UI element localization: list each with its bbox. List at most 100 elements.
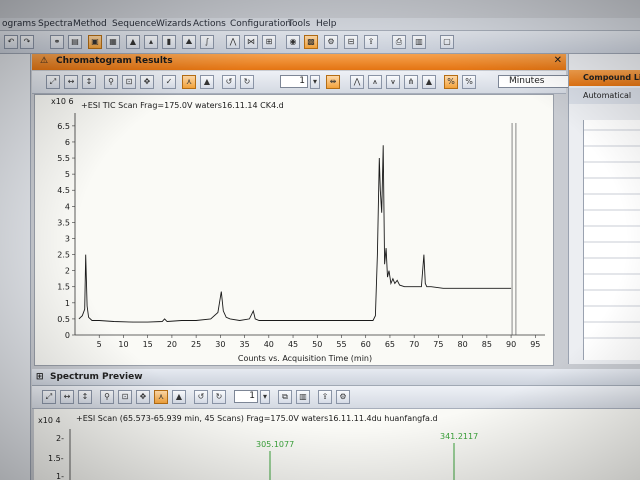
peak-find-icon[interactable]: ▴ — [144, 35, 158, 49]
export-icon[interactable]: ⇪ — [364, 35, 378, 49]
rotate-left-icon[interactable]: ↺ — [222, 75, 236, 89]
integrate-peak-icon[interactable]: ▲ — [200, 75, 214, 89]
peak-icon[interactable]: ▲ — [126, 35, 140, 49]
menu-item-help[interactable]: Help — [316, 19, 337, 29]
chromatogram-plot: 0 0.5 1 1.5 2 2.5 3 3.5 4 4.5 5 5.5 6 6.5 5 10 15 20 25 30 3… — [51, 97, 545, 363]
spectrum-rotate-right-icon[interactable]: ↻ — [212, 390, 226, 404]
spectrum-copy-icon[interactable]: ⧉ — [278, 390, 292, 404]
redo-icon[interactable]: ↷ — [20, 35, 34, 49]
report-icon[interactable]: ◉ — [286, 35, 300, 49]
y-tick-label: 0 — [65, 331, 70, 340]
document-icon[interactable]: ▦ — [106, 35, 120, 49]
window-icon[interactable]: ▢ — [440, 35, 454, 49]
menu-item-sequence[interactable]: Sequence — [112, 19, 156, 29]
spectrum-settings-icon[interactable]: ⚙ — [336, 390, 350, 404]
overlay-icon[interactable]: ⇹ — [326, 75, 340, 89]
spectrum-scale-y-icon[interactable]: ↕ — [78, 390, 92, 404]
menu-item-tools[interactable]: Tools — [288, 19, 310, 29]
spectrum-scale-x-icon[interactable]: ↔ — [60, 390, 74, 404]
peak-width-icon[interactable]: ⋔ — [404, 75, 418, 89]
menu-item-spectra[interactable]: Spectra — [38, 19, 73, 29]
x-tick-label: 5 — [97, 340, 102, 349]
spectrum-zoom-icon[interactable]: ⚲ — [100, 390, 114, 404]
calibrate-icon[interactable]: ⊞ — [262, 35, 276, 49]
table-icon[interactable]: ▥ — [412, 35, 426, 49]
undo-icon[interactable]: ↶ — [4, 35, 18, 49]
print-icon[interactable]: ⎙ — [392, 35, 406, 49]
y-tick-label: 4.5 — [57, 186, 70, 195]
spectrum-plot: x10 4 +ESI Scan (65.573-65.939 min, 45 S… — [38, 414, 478, 480]
spectrum-peak-label: 305.1077 — [256, 440, 294, 449]
arrows-icon[interactable]: ✥ — [140, 75, 154, 89]
spectrum-page-input[interactable]: 1 — [234, 390, 258, 403]
x-tick-label: 40 — [264, 340, 274, 349]
spectrum-table-icon[interactable]: ▥ — [296, 390, 310, 404]
time-units-value: Minutes — [509, 76, 545, 86]
warning-icon: ⚠ — [40, 56, 49, 66]
spectrum-trace-label: +ESI Scan (65.573-65.939 min, 45 Scans) … — [76, 414, 438, 423]
highlight-tool-icon[interactable]: ▩ — [304, 35, 318, 49]
peak-filled-icon[interactable]: ▲ — [422, 75, 436, 89]
x-tick-label: 30 — [215, 340, 225, 349]
bars-icon[interactable]: ▮ — [162, 35, 176, 49]
autoscale-icon[interactable]: ⤢ — [46, 75, 60, 89]
pick-icon[interactable]: ✓ — [162, 75, 176, 89]
menu-item-method[interactable]: Method — [73, 19, 107, 29]
zoom-icon[interactable]: ⚲ — [104, 75, 118, 89]
spectrum-zoom-region-icon[interactable]: ⊡ — [118, 390, 132, 404]
tree-icon[interactable]: ⊟ — [344, 35, 358, 49]
x-tick-label: 70 — [409, 340, 419, 349]
spectrum-autoscale-icon[interactable]: ⤢ — [42, 390, 56, 404]
spectrum-export-icon[interactable]: ⇪ — [318, 390, 332, 404]
chromatogram-toolbar: ⤢ ↔ ↕ ⚲ ⊡ ✥ ✓ ⋏ ▲ ↺ ↻ 1 ▾ ⇹ ⋀ ⩚ ⩛ ⋔ ▲ % … — [32, 71, 603, 94]
mountain-icon[interactable]: ⛰ — [182, 35, 196, 49]
y-tick-label: 6.5 — [57, 122, 70, 131]
automatic-row[interactable]: Automatical — [569, 88, 640, 104]
link-icon[interactable]: ⚭ — [50, 35, 64, 49]
y-tick-label: 6 — [65, 138, 70, 147]
menu-item-chromatograms[interactable]: ograms — [2, 19, 36, 29]
spectrum-peak-select-icon[interactable]: ⋏ — [154, 390, 168, 404]
compound-grid[interactable] — [583, 120, 640, 360]
y-tick-label: 5.5 — [57, 154, 70, 163]
zoom-region-icon[interactable]: ⊡ — [122, 75, 136, 89]
page-number-input[interactable]: 1 — [280, 75, 308, 88]
settings-icon[interactable]: ⚙ — [324, 35, 338, 49]
series-line — [78, 145, 512, 323]
spectrum-page-dropdown-icon[interactable]: ▾ — [260, 390, 270, 404]
spectrum-chart[interactable]: x10 4 +ESI Scan (65.573-65.939 min, 45 S… — [34, 409, 640, 480]
peak-height-icon[interactable]: ⩛ — [386, 75, 400, 89]
menu-item-actions[interactable]: Actions — [193, 19, 226, 29]
scale-y-icon[interactable]: ↕ — [82, 75, 96, 89]
x-tick-label: 90 — [506, 340, 516, 349]
close-icon[interactable]: ✕ — [554, 55, 562, 66]
compare-icon[interactable]: ⋈ — [244, 35, 258, 49]
y-tick-label: 2.5 — [57, 251, 70, 260]
folder-icon[interactable]: ▤ — [68, 35, 82, 49]
compound-list-header: Compound List — [569, 70, 640, 86]
rotate-right-icon[interactable]: ↻ — [240, 75, 254, 89]
x-tick-label: 60 — [361, 340, 371, 349]
chromatogram-chart[interactable]: 0 0.5 1 1.5 2 2.5 3 3.5 4 4.5 5 5.5 6 6.5 5 10 15 20 25 30 3… — [34, 94, 554, 366]
peak-label-icon[interactable]: ⋀ — [350, 75, 364, 89]
page-dropdown-icon[interactable]: ▾ — [310, 75, 320, 89]
spectrum-rotate-left-icon[interactable]: ↺ — [194, 390, 208, 404]
integrate-icon[interactable]: ∫ — [200, 35, 214, 49]
chromatogram-view-icon[interactable]: ▣ — [88, 35, 102, 49]
chromatogram-panel-header: ⚠ Chromatogram Results ✕ — [32, 54, 566, 70]
x-tick-label: 15 — [143, 340, 153, 349]
y-scale-label: x10 6 — [51, 97, 74, 106]
y-tick-label: 5 — [65, 170, 70, 179]
menu-item-wizards[interactable]: Wizards — [156, 19, 191, 29]
spectrum-icon[interactable]: ⋀ — [226, 35, 240, 49]
peak-select-icon[interactable]: ⋏ — [182, 75, 196, 89]
menu-item-configuration[interactable]: Configuration — [230, 19, 291, 29]
scale-x-icon[interactable]: ↔ — [64, 75, 78, 89]
percent-icon[interactable]: % — [462, 75, 476, 89]
chromatogram-panel-title: Chromatogram Results — [56, 56, 173, 66]
spectrum-arrows-icon[interactable]: ✥ — [136, 390, 150, 404]
peak-area-icon[interactable]: ⩚ — [368, 75, 382, 89]
spectrum-integrate-icon[interactable]: ▲ — [172, 390, 186, 404]
expand-icon[interactable]: ⊞ — [36, 369, 44, 385]
percent-view-icon[interactable]: % — [444, 75, 458, 89]
